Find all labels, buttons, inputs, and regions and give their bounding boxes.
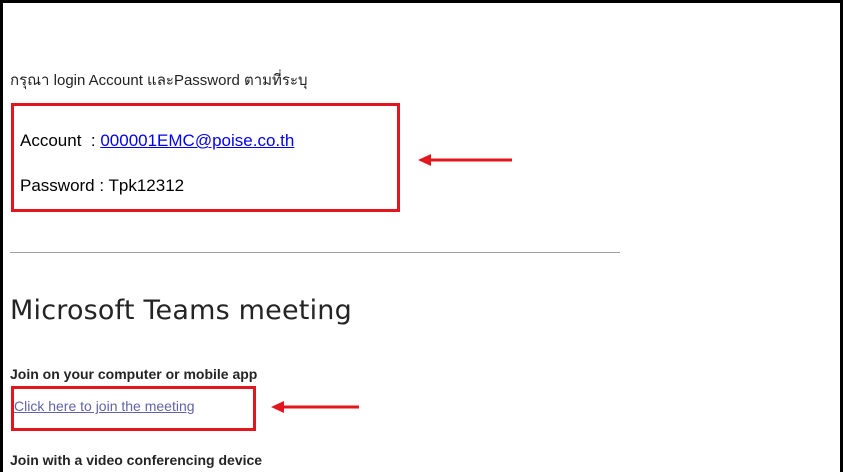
join-computer-heading: Join on your computer or mobile app [10, 366, 258, 382]
left-arrow-icon [271, 401, 359, 413]
teams-meeting-title: Microsoft Teams meeting [10, 295, 352, 326]
horizontal-divider [10, 252, 620, 253]
login-instruction-text: กรุณา login Account และPassword ตามที่ระ… [10, 72, 308, 89]
left-arrow-icon [418, 154, 512, 166]
join-video-device-heading: Join with a video conferencing device [10, 452, 263, 468]
credentials-highlight-box [11, 103, 400, 212]
join-link-highlight-box [11, 386, 256, 431]
